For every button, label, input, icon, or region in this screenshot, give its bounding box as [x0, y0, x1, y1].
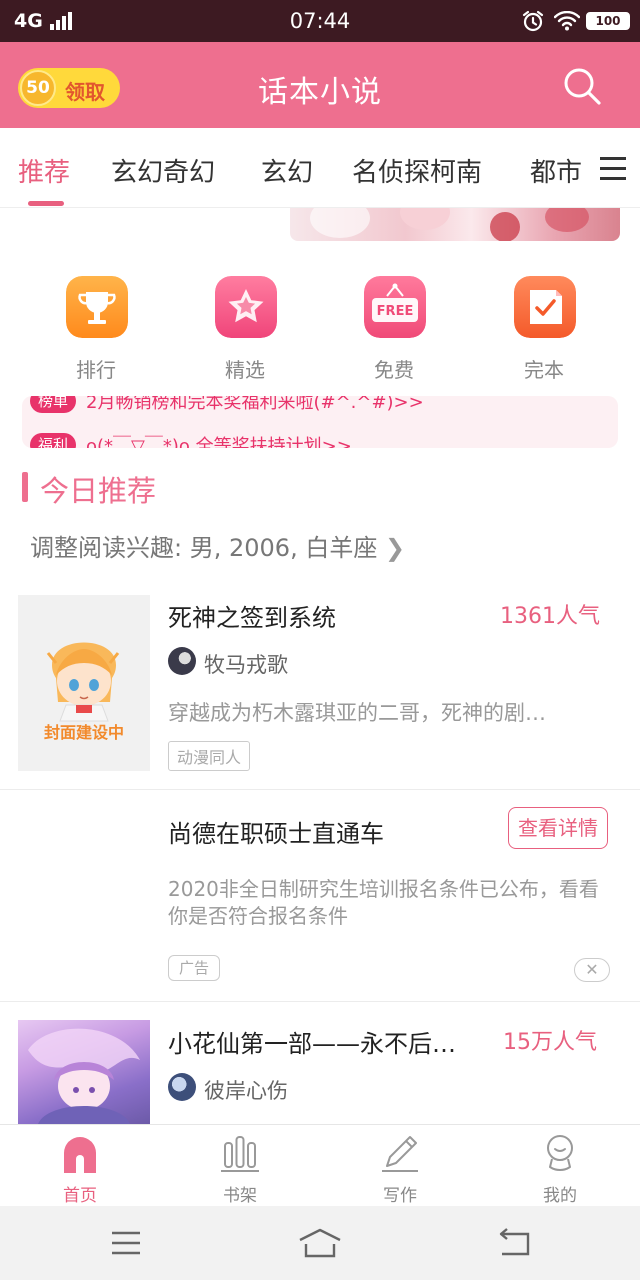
- back-icon[interactable]: [492, 1226, 536, 1260]
- ad-label: 广告: [168, 955, 220, 981]
- ad-description: 2020非全日制研究生培训报名条件已公布，看看你是否符合报名条件: [168, 877, 599, 928]
- notice-text: o(*￣▽￣*)o 全等奖扶持计划>>: [86, 436, 352, 448]
- banner-image[interactable]: [290, 208, 620, 241]
- featured-entry[interactable]: 精选: [185, 276, 305, 386]
- nav-home-label: 首页: [63, 1186, 97, 1206]
- featured-label: 精选: [225, 358, 265, 382]
- author-avatar: [168, 647, 196, 675]
- author-name[interactable]: 彼岸心伤: [204, 1075, 288, 1105]
- book-description: 穿越成为朽木露琪亚的二哥，死神的剧…: [168, 701, 546, 725]
- app-title: 话本小说: [258, 75, 382, 110]
- free-entry[interactable]: FREE 免费: [334, 276, 454, 386]
- book-cover[interactable]: 封面建设中: [18, 595, 150, 771]
- close-ad-icon[interactable]: ✕: [574, 958, 610, 982]
- battery-indicator: 100: [586, 12, 630, 30]
- completed-book-icon: [514, 276, 576, 338]
- search-icon[interactable]: [560, 64, 604, 108]
- bottom-navigation: 首页 书架 写作 我的: [0, 1124, 640, 1206]
- divider: [0, 789, 640, 790]
- notice-carousel[interactable]: 榜单 2月畅销榜和完本奖福利来啦(#^.^#)>> 福利 o(*￣▽￣*)o 全等奖…: [22, 396, 618, 448]
- notice-item[interactable]: 榜单 2月畅销榜和完本奖福利来啦(#^.^#)>>: [30, 396, 424, 418]
- chevron-right-icon: ❯: [384, 534, 406, 562]
- category-menu-icon[interactable]: [596, 155, 628, 183]
- divider: [0, 1001, 640, 1002]
- pencil-icon: [382, 1136, 418, 1172]
- nav-writing-label: 写作: [383, 1186, 417, 1206]
- home-button-icon[interactable]: [298, 1226, 342, 1260]
- free-sign-icon: FREE: [364, 276, 426, 338]
- nav-writing[interactable]: 写作: [320, 1125, 480, 1207]
- ad-title[interactable]: 尚德在职硕士直通车: [168, 814, 384, 849]
- system-navigation-bar: [0, 1206, 640, 1280]
- bookshelf-icon: [221, 1136, 259, 1172]
- tab-recommended[interactable]: 推荐: [18, 152, 70, 189]
- book-cover[interactable]: [18, 1020, 150, 1124]
- tab-urban[interactable]: 都市: [530, 152, 582, 189]
- cover-illustration: [28, 1028, 140, 1124]
- trophy-icon: [66, 276, 128, 338]
- nav-home[interactable]: 首页: [0, 1125, 160, 1207]
- tab-detective-conan[interactable]: 名侦探柯南: [352, 152, 482, 189]
- active-tab-indicator: [28, 201, 64, 206]
- view-details-button[interactable]: 查看详情: [508, 807, 608, 849]
- interest-prefix: 调整阅读兴趣:: [30, 534, 183, 562]
- tab-xuanhuan[interactable]: 玄幻: [261, 152, 313, 189]
- notice-item[interactable]: 福利 o(*￣▽￣*)o 全等奖扶持计划>>: [30, 432, 352, 448]
- nav-profile-label: 我的: [543, 1186, 577, 1206]
- ranking-entry[interactable]: 排行: [36, 276, 156, 386]
- home-icon: [64, 1137, 96, 1173]
- free-label: 免费: [374, 358, 414, 382]
- cover-placeholder-text: 封面建设中: [43, 723, 124, 742]
- completed-entry[interactable]: 完本: [484, 276, 604, 386]
- genre-tag: 动漫同人: [168, 741, 251, 771]
- book-title[interactable]: 小花仙第一部——永不后…: [168, 1024, 456, 1059]
- profile-icon: [547, 1135, 573, 1172]
- nav-profile[interactable]: 我的: [480, 1125, 640, 1207]
- reading-interest-link[interactable]: 调整阅读兴趣: 男, 2006, 白羊座 ❯: [30, 528, 405, 563]
- status-bar: 4G 07:44 100: [0, 0, 640, 42]
- free-sign-text: FREE: [377, 304, 414, 319]
- author-avatar: [168, 1073, 196, 1101]
- app-header: 50 领取 话本小说: [0, 42, 640, 128]
- menu-icon[interactable]: [104, 1226, 148, 1260]
- book-title[interactable]: 死神之签到系统: [168, 598, 336, 633]
- completed-label: 完本: [524, 358, 564, 382]
- nav-bookshelf-label: 书架: [223, 1186, 257, 1206]
- tab-fantasy[interactable]: 玄幻奇幻: [111, 152, 215, 189]
- book-popularity: 1361人气: [500, 604, 600, 629]
- author-name[interactable]: 牧马戎歌: [204, 649, 288, 679]
- alarm-icon: [522, 10, 544, 32]
- placeholder-mascot-icon: [46, 642, 120, 722]
- interest-value: 男, 2006, 白羊座: [189, 534, 378, 562]
- star-icon: [215, 276, 277, 338]
- section-accent-bar: [22, 472, 28, 502]
- wifi-icon: [554, 11, 580, 31]
- notice-text: 2月畅销榜和完本奖福利来啦(#^.^#)>>: [86, 396, 424, 413]
- ranking-label: 排行: [76, 358, 116, 382]
- notice-tag: 榜单: [30, 396, 77, 413]
- nav-bookshelf[interactable]: 书架: [160, 1125, 320, 1207]
- category-tabs: 推荐 玄幻奇幻 玄幻 名侦探柯南 都市: [0, 128, 640, 208]
- section-title: 今日推荐: [40, 474, 157, 508]
- book-popularity: 15万人气: [503, 1030, 597, 1055]
- notice-tag: 福利: [30, 433, 77, 448]
